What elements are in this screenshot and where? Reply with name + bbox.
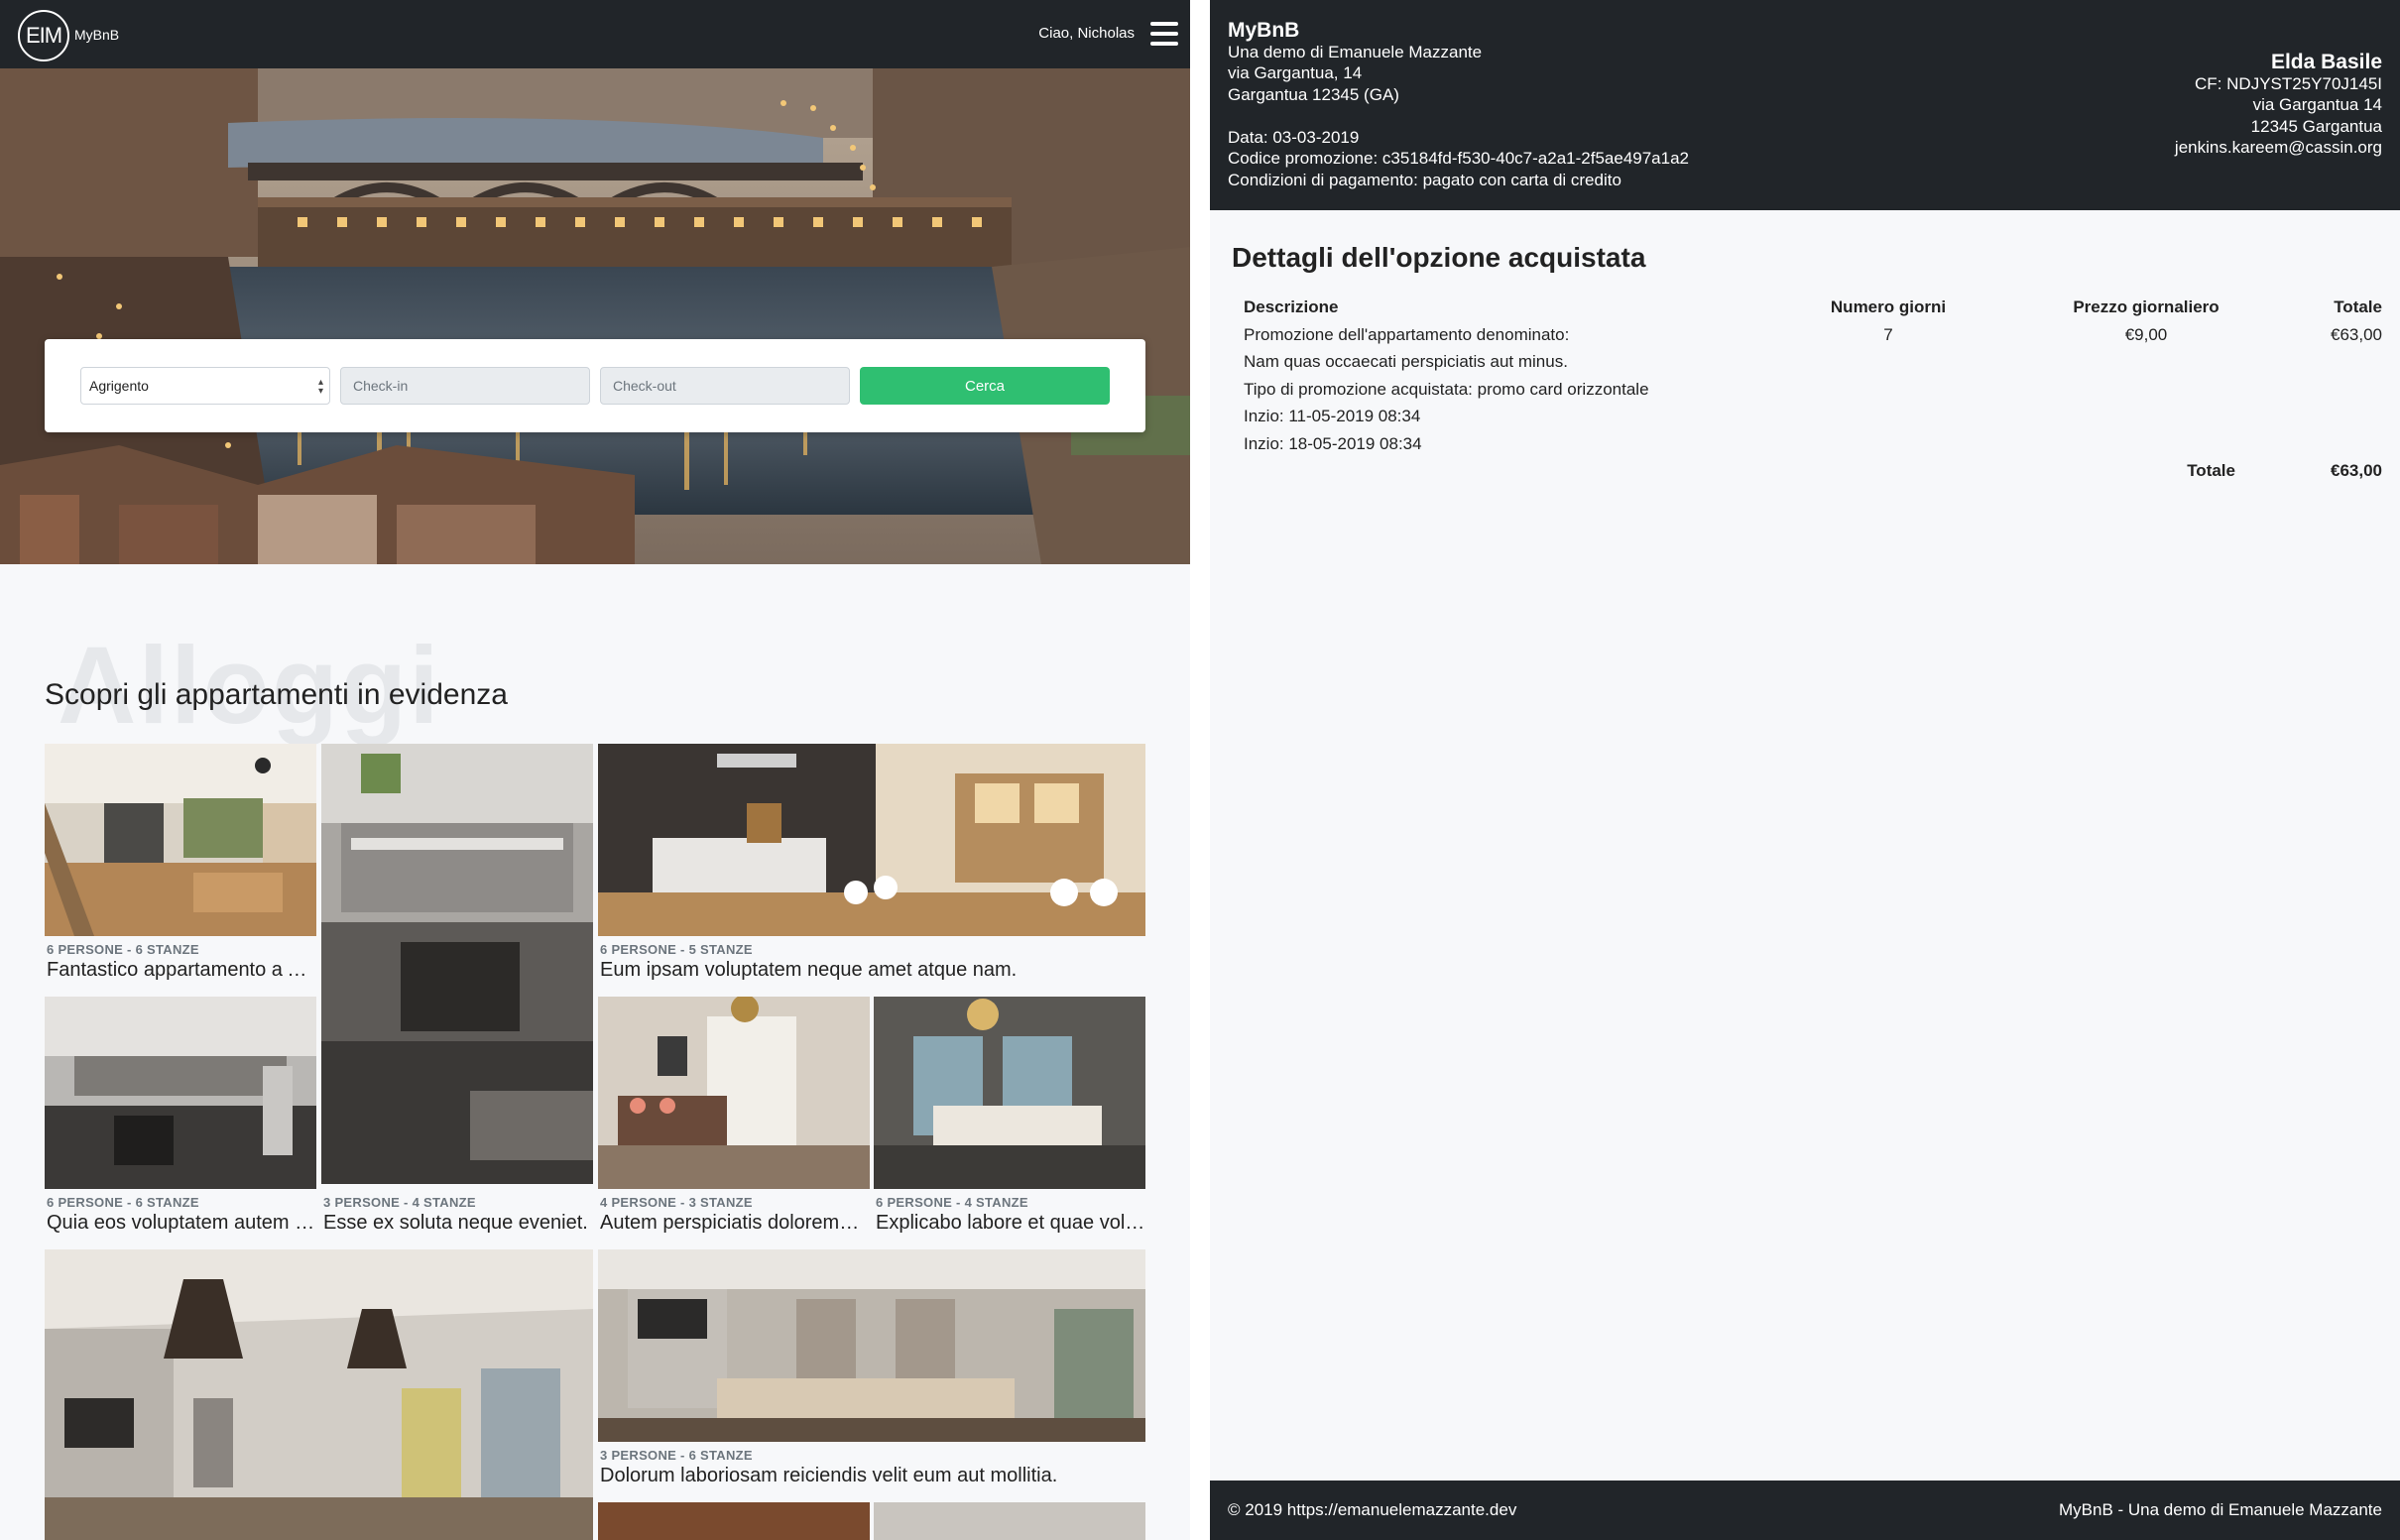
row-price: €9,00 <box>2124 324 2168 344</box>
buyer-street: via Gargantua 14 <box>2252 95 2382 114</box>
apartment-capacity: 4 PERSONE - 3 STANZE <box>600 1195 753 1210</box>
apartment-card[interactable]: 4 PERSONE - 3 STANZE Autem perspiciatis … <box>598 997 870 1235</box>
total-value: €63,00 <box>2331 461 2382 480</box>
apartment-card[interactable]: 6 PERSONE - 6 STANZE Quia eos voluptatem… <box>45 997 316 1235</box>
header-description: Descrizione <box>1244 297 1339 316</box>
buyer-city: 12345 Gargantua <box>2250 116 2382 136</box>
table-row-detail: Inzio: 18-05-2019 08:34 <box>1244 434 2382 462</box>
total-label: Totale <box>2187 461 2235 480</box>
buyer-info: Elda Basile CF: NDJYST25Y70J145I via Gar… <box>2175 52 2382 159</box>
apartment-photo[interactable] <box>45 997 316 1189</box>
row-detail-text: Tipo di promozione acquistata: promo car… <box>1244 379 1649 399</box>
apartment-photo-tall[interactable] <box>321 744 593 1184</box>
seller-line: via Gargantua, 14 <box>1228 63 1363 82</box>
search-form: Agrigento ▴ ▾ Check-in Check-out Cerca <box>45 339 1145 432</box>
buyer-cf: CF: NDJYST25Y70J145I <box>2195 73 2382 93</box>
table-row-detail: Tipo di promozione acquistata: promo car… <box>1244 380 2382 408</box>
buyer-email[interactable]: jenkins.kareem@cassin.org <box>2175 137 2382 159</box>
apartment-photo[interactable] <box>598 744 1145 936</box>
apartment-capacity: 6 PERSONE - 4 STANZE <box>876 1195 1028 1210</box>
city-select-value: Agrigento <box>89 378 149 394</box>
promo-code: Codice promozione: c35184fd-f530-40c7-a2… <box>1228 149 1690 168</box>
table-row-detail: Nam quas occaecati perspiciatis aut minu… <box>1244 352 2382 380</box>
apartment-photo[interactable] <box>874 997 1145 1189</box>
apartment-card[interactable]: 6 PERSONE - 6 STANZE Fantastico appartam… <box>45 744 316 982</box>
apartment-capacity: 6 PERSONE - 6 STANZE <box>47 942 199 957</box>
apartment-capacity: 6 PERSONE - 5 STANZE <box>600 942 753 957</box>
apartment-photo[interactable] <box>45 1249 593 1540</box>
apartment-name: Dolorum laboriosam reiciendis velit eum … <box>600 1465 1058 1486</box>
hero-cityscape-illustration <box>0 68 1190 564</box>
table-row: Promozione dell'appartamento denominato:… <box>1244 325 2382 353</box>
select-caret-icon: ▴ ▾ <box>317 377 323 397</box>
invoice-header: MyBnB Una demo di Emanuele Mazzante via … <box>1210 0 2400 210</box>
city-select[interactable]: Agrigento ▴ ▾ <box>80 367 330 405</box>
invoice-date: Data: 03-03-2019 <box>1228 127 1360 147</box>
checkin-input[interactable]: Check-in <box>340 367 590 405</box>
row-detail-text: Nam quas occaecati perspiciatis aut minu… <box>1244 352 1568 371</box>
header-days: Numero giorni <box>1830 297 1947 316</box>
seller-info: MyBnB Una demo di Emanuele Mazzante via … <box>1228 20 1689 190</box>
row-days: 7 <box>1883 324 1893 344</box>
logo-text[interactable]: MyBnB <box>74 27 119 43</box>
table-header-row: Descrizione Numero giorni Prezzo giornal… <box>1244 297 2382 325</box>
seller-line: Una demo di Emanuele Mazzante <box>1228 42 1483 61</box>
buyer-name: Elda Basile <box>2270 51 2382 73</box>
hamburger-icon[interactable] <box>1150 22 1178 46</box>
apartment-capacity: 3 PERSONE - 6 STANZE <box>600 1448 753 1463</box>
apartment-photo-partial[interactable] <box>874 1502 1145 1540</box>
apartment-name: Esse ex soluta neque eveniet. <box>323 1212 588 1234</box>
apartment-capacity: 3 PERSONE - 4 STANZE <box>323 1195 476 1210</box>
checkout-input[interactable]: Check-out <box>600 367 850 405</box>
table-row-detail: Inzio: 11-05-2019 08:34 <box>1244 407 2382 434</box>
apartment-capacity: 6 PERSONE - 6 STANZE <box>47 1195 199 1210</box>
invoice-title: Dettagli dell'opzione acquistata <box>1232 242 1646 273</box>
seller-line: Gargantua 12345 (GA) <box>1228 84 1399 104</box>
hamburger-bar <box>1150 22 1178 26</box>
row-total: €63,00 <box>2331 324 2382 344</box>
row-description: Promozione dell'appartamento denominato: <box>1244 324 1570 344</box>
navbar: EIM MyBnB Ciao, Nicholas <box>0 0 1190 68</box>
seller-brand: MyBnB <box>1228 19 1300 42</box>
mybnb-home-panel: EIM MyBnB Ciao, Nicholas Agrigento ▴ ▾ C… <box>0 0 1190 1540</box>
apartment-photo-large[interactable] <box>45 1249 593 1540</box>
row-detail-text: Inzio: 18-05-2019 08:34 <box>1244 433 1422 453</box>
apartment-photo[interactable] <box>598 1249 1145 1442</box>
apartment-name: Quia eos voluptatem autem quis. <box>47 1212 316 1234</box>
section-title: Scopri gli appartamenti in evidenza <box>45 678 508 711</box>
apartment-card[interactable]: 6 PERSONE - 5 STANZE Eum ipsam voluptate… <box>598 744 1145 982</box>
apartment-photo[interactable] <box>45 744 316 936</box>
search-button[interactable]: Cerca <box>860 367 1110 405</box>
hamburger-bar <box>1150 32 1178 36</box>
apartment-card[interactable]: 3 PERSONE - 6 STANZE Dolorum laboriosam … <box>598 1249 1145 1487</box>
apartment-card[interactable]: 6 PERSONE - 4 STANZE Explicabo labore et… <box>874 997 1145 1235</box>
apartment-card[interactable]: 3 PERSONE - 4 STANZE Esse ex soluta nequ… <box>321 997 593 1235</box>
apartment-name: Explicabo labore et quae voluptas. <box>876 1212 1145 1234</box>
apartment-name: Fantastico appartamento a Agrigento <box>47 959 316 981</box>
payment-terms: Condizioni di pagamento: pagato con cart… <box>1228 170 1621 189</box>
table-total-row: Totale €63,00 <box>1244 461 2382 489</box>
apartment-photo[interactable] <box>598 997 870 1189</box>
apartment-name: Autem perspiciatis doloremque. <box>600 1212 870 1234</box>
panel-divider <box>1190 0 1210 1540</box>
apartment-photo-partial[interactable] <box>598 1502 870 1540</box>
footer-brand: MyBnB - Una demo di Emanuele Mazzante <box>2059 1500 2382 1519</box>
header-total: Totale <box>2334 297 2382 316</box>
apartment-name: Eum ipsam voluptatem neque amet atque na… <box>600 959 1018 981</box>
user-greeting[interactable]: Ciao, Nicholas <box>1038 25 1135 42</box>
invoice-panel: MyBnB Una demo di Emanuele Mazzante via … <box>1210 0 2400 1540</box>
row-detail-text: Inzio: 11-05-2019 08:34 <box>1244 407 1421 425</box>
footer-copyright[interactable]: © 2019 https://emanuelemazzante.dev <box>1228 1500 1516 1520</box>
logo-badge[interactable]: EIM <box>18 10 69 61</box>
invoice-footer: © 2019 https://emanuelemazzante.dev MyBn… <box>1210 1481 2400 1540</box>
invoice-table: Descrizione Numero giorni Prezzo giornal… <box>1244 297 2382 489</box>
hero-image-florence: Agrigento ▴ ▾ Check-in Check-out Cerca <box>0 68 1190 564</box>
hamburger-bar <box>1150 42 1178 46</box>
header-price: Prezzo giornaliero <box>2073 297 2220 316</box>
